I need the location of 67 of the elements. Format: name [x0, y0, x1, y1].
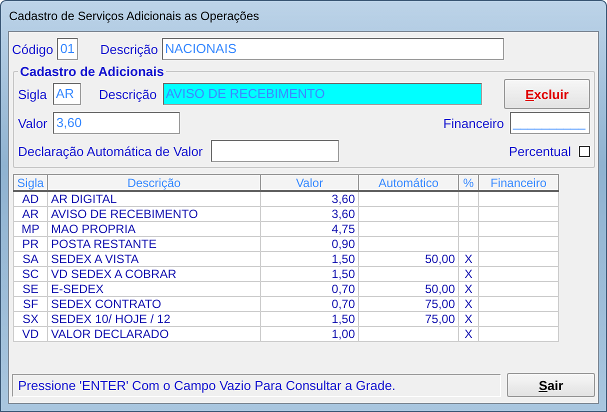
table-cell: VALOR DECLARADO — [48, 326, 260, 342]
table-cell: SF — [14, 296, 48, 312]
table-cell: MAO PROPRIA — [48, 222, 260, 236]
table-cell: 3,60 — [260, 206, 358, 222]
table-cell: 50,00 — [358, 282, 458, 296]
codigo-field[interactable]: 01 — [57, 38, 78, 60]
table-cell: 1,50 — [260, 312, 358, 326]
descricao-label: Descrição — [98, 86, 157, 102]
column-header[interactable]: Valor — [260, 174, 358, 191]
window-title: Cadastro de Serviços Adicionais as Operações — [9, 9, 260, 23]
table-cell: SE — [14, 282, 48, 296]
table-cell: X — [458, 282, 478, 296]
table-cell: AR DIGITAL — [48, 191, 260, 206]
descricao-field[interactable]: NACIONAIS — [162, 38, 504, 60]
table-cell: 75,00 — [358, 312, 458, 326]
table-cell: X — [458, 312, 478, 326]
excluir-button[interactable]: Excluir — [504, 79, 590, 109]
sair-button[interactable]: Sair — [507, 373, 595, 397]
table-cell: SEDEX CONTRATO — [48, 296, 260, 312]
valor-label: Valor — [18, 116, 48, 130]
column-header[interactable]: % — [458, 174, 478, 191]
table-cell: X — [458, 252, 478, 266]
valor-field[interactable]: 3,60 — [53, 112, 180, 134]
financeiro-field[interactable]: __________ — [510, 112, 590, 134]
table-cell: SA — [14, 252, 48, 266]
table-cell: AD — [14, 191, 48, 206]
table-cell: VD — [14, 326, 48, 342]
table-cell: SX — [14, 312, 48, 326]
table-cell: POSTA RESTANTE — [48, 236, 260, 252]
declaracao-label: Declaração Automática de Valor — [18, 144, 203, 158]
column-header[interactable]: Financeiro — [478, 174, 558, 191]
table-cell: 75,00 — [358, 296, 458, 312]
table-cell: AR — [14, 206, 48, 222]
descricao-label: Descrição — [100, 42, 158, 56]
table-cell: 1,50 — [260, 252, 358, 266]
column-header[interactable]: Descrição — [48, 174, 260, 191]
table-cell: 0,70 — [260, 282, 358, 296]
table-cell: X — [458, 296, 478, 312]
table-cell: 50,00 — [358, 252, 458, 266]
percentual-label: Percentual — [508, 144, 571, 158]
sigla-field[interactable]: AR — [52, 83, 81, 105]
table-cell: 3,60 — [260, 191, 358, 206]
column-header[interactable]: Sigla — [14, 174, 48, 191]
descricao-field[interactable]: AVISO DE RECEBIMENTO — [162, 83, 482, 105]
table-cell: 1,00 — [260, 326, 358, 342]
table-cell: SC — [14, 266, 48, 282]
table-cell: 1,50 — [260, 266, 358, 282]
declaracao-field[interactable] — [210, 140, 339, 162]
table-cell: AVISO DE RECEBIMENTO — [48, 206, 260, 222]
table-cell: X — [458, 266, 478, 282]
table-cell: VD SEDEX A COBRAR — [48, 266, 260, 282]
table-cell: MP — [14, 222, 48, 236]
table-cell: X — [458, 326, 478, 342]
table-cell: E-SEDEX — [48, 282, 260, 296]
table-cell: SEDEX 10/ HOJE / 12 — [48, 312, 260, 326]
column-header[interactable]: Automático — [358, 174, 458, 191]
table-cell: SEDEX A VISTA — [48, 252, 260, 266]
financeiro-label: Financeiro — [443, 116, 504, 130]
codigo-label: Código — [12, 42, 54, 56]
sigla-label: Sigla — [18, 86, 47, 102]
status-message: Pressione 'ENTER' Com o Campo Vazio Para Consultar a Grade. — [12, 374, 501, 396]
percentual-checkbox[interactable] — [579, 146, 590, 156]
table-cell: 0,70 — [260, 296, 358, 312]
table-cell: PR — [14, 236, 48, 252]
table-cell: 4,75 — [260, 222, 358, 236]
group-title: Cadastro de Adicionais — [19, 64, 165, 79]
table-cell: 0,90 — [260, 236, 358, 252]
